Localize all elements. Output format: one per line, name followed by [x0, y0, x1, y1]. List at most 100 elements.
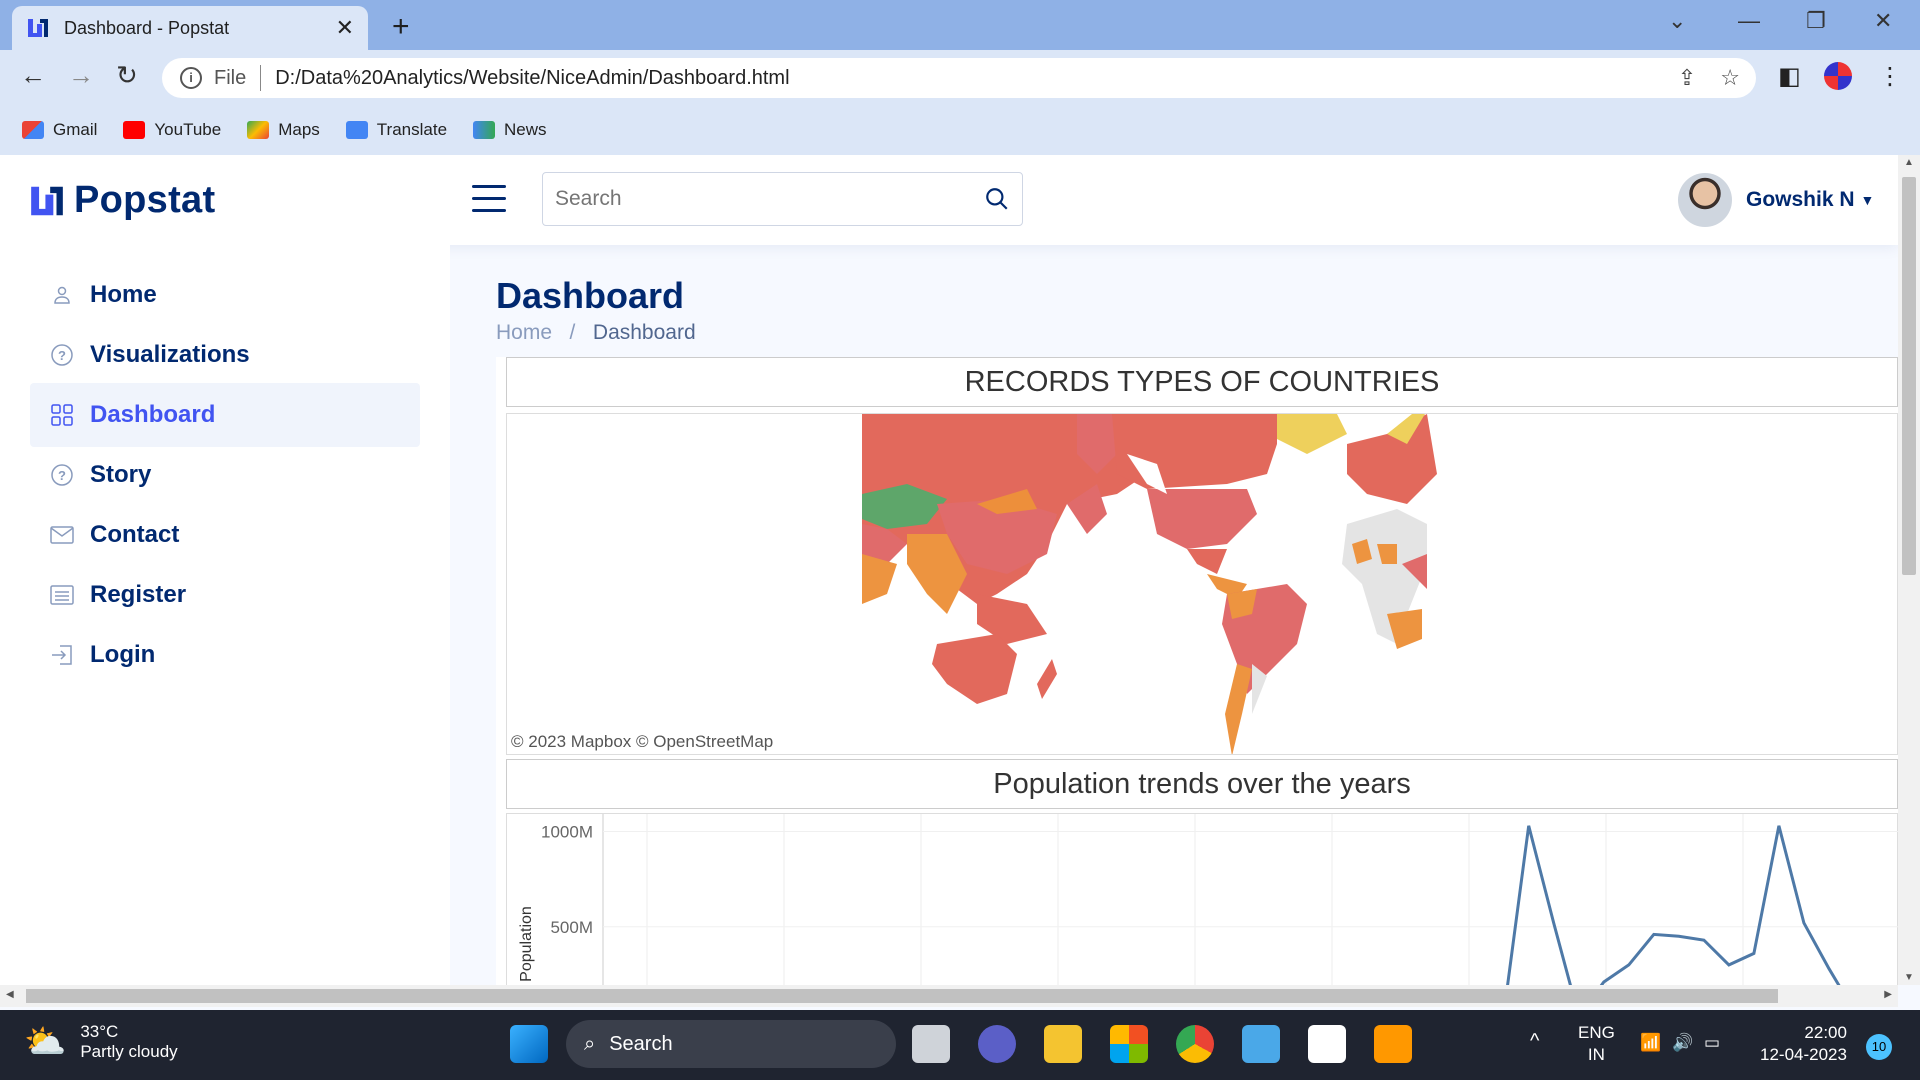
site-info-icon[interactable]: i: [180, 67, 202, 89]
scroll-right-icon[interactable]: ▶: [1884, 989, 1892, 1000]
file-explorer-icon[interactable]: [1044, 1025, 1082, 1063]
bookmarks-bar: Gmail YouTube Maps Translate News: [0, 108, 547, 152]
show-hidden-icons-icon[interactable]: ^: [1530, 1030, 1539, 1052]
breadcrumb-home[interactable]: Home: [496, 321, 552, 344]
bookmark-translate[interactable]: Translate: [345, 120, 447, 140]
sidebar-item-login[interactable]: Login: [30, 623, 420, 687]
task-view-icon[interactable]: [912, 1025, 950, 1063]
region-code: IN: [1587, 1045, 1605, 1064]
caret-down-icon: ▼: [1860, 192, 1875, 208]
map-region[interactable]: [1347, 414, 1437, 504]
bookmark-maps[interactable]: Maps: [247, 120, 320, 140]
back-icon[interactable]: ←: [20, 60, 46, 91]
partly-cloudy-icon: ⛅: [24, 1023, 67, 1061]
map-region[interactable]: [1187, 549, 1227, 574]
volume-icon[interactable]: 🔊: [1672, 1032, 1693, 1054]
close-tab-icon[interactable]: ✕: [336, 15, 354, 41]
sidebar-item-contact[interactable]: Contact: [30, 503, 420, 567]
sidebar-item-dashboard[interactable]: Dashboard: [30, 383, 420, 447]
menu-kebab-icon[interactable]: ⋮: [1878, 62, 1902, 91]
map-region[interactable]: [1147, 489, 1257, 549]
grid-icon: [50, 403, 74, 427]
chart-title: Population trends over the years: [506, 759, 1898, 809]
map-region[interactable]: [1225, 664, 1252, 755]
map-region[interactable]: [1112, 414, 1277, 489]
reload-icon[interactable]: ↻: [116, 60, 138, 91]
map-region[interactable]: [1387, 609, 1422, 649]
chrome-icon[interactable]: [1176, 1025, 1214, 1063]
minimize-icon[interactable]: —: [1738, 8, 1760, 34]
sidebar-item-label: Contact: [90, 521, 180, 548]
bookmark-gmail[interactable]: Gmail: [22, 120, 97, 140]
sidebar-item-home[interactable]: Home: [30, 263, 420, 327]
search-bar: [542, 172, 1023, 226]
map-region[interactable]: [862, 554, 897, 604]
restore-icon[interactable]: ❐: [1806, 8, 1826, 34]
side-panel-icon[interactable]: ◧: [1778, 62, 1801, 91]
taskbar-search[interactable]: ⌕ Search: [566, 1020, 896, 1068]
notepad-icon[interactable]: [1242, 1025, 1280, 1063]
bookmark-star-icon[interactable]: ☆: [1720, 65, 1740, 91]
battery-icon[interactable]: ▭: [1704, 1032, 1720, 1054]
world-map[interactable]: © 2023 Mapbox © OpenStreetMap: [506, 413, 1898, 755]
sublime-text-icon[interactable]: [1374, 1025, 1412, 1063]
share-icon[interactable]: ⇪: [1678, 65, 1696, 91]
sidebar-item-register[interactable]: Register: [30, 563, 420, 627]
forward-icon[interactable]: →: [68, 60, 94, 91]
clock[interactable]: 22:00 12-04-2023: [1760, 1022, 1847, 1066]
brand-name: Popstat: [74, 179, 216, 221]
scroll-down-icon[interactable]: ▼: [1904, 972, 1914, 983]
translate-icon: [345, 121, 368, 139]
y-axis-label: Population: [518, 906, 535, 982]
windows-start-icon[interactable]: [510, 1025, 548, 1063]
y-tick-label: 1000M: [541, 823, 593, 842]
wifi-icon[interactable]: 📶: [1640, 1032, 1661, 1054]
microsoft-store-icon[interactable]: [1110, 1025, 1148, 1063]
sidebar-item-label: Story: [90, 461, 152, 488]
vertical-scrollbar[interactable]: ▲ ▼: [1898, 155, 1920, 985]
url-text[interactable]: D:/Data%20Analytics/Website/NiceAdmin/Da…: [275, 67, 789, 90]
map-region[interactable]: [1037, 659, 1057, 699]
y-tick-label: 500M: [550, 918, 593, 937]
sidebar-item-label: Register: [90, 581, 187, 608]
search-icon[interactable]: [984, 186, 1010, 212]
teams-chat-icon[interactable]: [978, 1025, 1016, 1063]
map-region[interactable]: [1277, 414, 1347, 454]
address-bar[interactable]: i File D:/Data%20Analytics/Website/NiceA…: [162, 58, 1756, 98]
tableau-icon[interactable]: [1308, 1025, 1346, 1063]
vertical-scroll-thumb[interactable]: [1902, 177, 1916, 575]
url-divider: [260, 65, 262, 91]
scroll-left-icon[interactable]: ◀: [6, 989, 14, 1000]
population-series-line[interactable]: [603, 825, 1879, 985]
sidebar-item-story[interactable]: ? Story: [30, 443, 420, 507]
horizontal-scrollbar[interactable]: ◀ ▶: [0, 985, 1898, 1007]
clock-date: 12-04-2023: [1760, 1045, 1847, 1064]
notification-badge[interactable]: 10: [1866, 1034, 1892, 1060]
bookmark-news[interactable]: News: [473, 120, 547, 140]
web-page: Popstat Gowshik N ▼ Home ? Visualization…: [0, 155, 1898, 985]
gmail-icon: [22, 121, 44, 139]
tab-title: Dashboard - Popstat: [64, 17, 230, 38]
map-region[interactable]: [932, 634, 1017, 704]
tab-search-chevron-icon[interactable]: ⌄: [1668, 8, 1686, 34]
population-line-chart[interactable]: Population 1000M500M0M: [506, 813, 1898, 985]
weather-widget[interactable]: ⛅ 33°C Partly cloudy: [24, 1022, 178, 1062]
search-input[interactable]: [555, 187, 984, 211]
scroll-up-icon[interactable]: ▲: [1904, 157, 1914, 168]
language-indicator[interactable]: ENG IN: [1578, 1022, 1615, 1066]
avatar: [1678, 173, 1732, 227]
sidebar-item-visualizations[interactable]: ? Visualizations: [30, 323, 420, 387]
profile-icon[interactable]: [1824, 62, 1852, 90]
close-window-icon[interactable]: ✕: [1874, 8, 1892, 34]
map-title: RECORDS TYPES OF COUNTRIES: [506, 357, 1898, 407]
bookmark-youtube[interactable]: YouTube: [123, 120, 221, 140]
new-tab-icon[interactable]: +: [392, 10, 410, 44]
toggle-sidebar-icon[interactable]: [472, 185, 506, 213]
population-chart-svg: Population 1000M500M0M: [518, 814, 1898, 985]
horizontal-scroll-thumb[interactable]: [26, 989, 1778, 1003]
user-profile-dropdown[interactable]: Gowshik N ▼: [1678, 173, 1874, 227]
person-icon: [50, 283, 74, 307]
brand-logo[interactable]: Popstat: [28, 179, 215, 222]
sidebar-item-label: Visualizations: [90, 341, 250, 368]
browser-tab[interactable]: Dashboard - Popstat ✕: [12, 6, 368, 50]
